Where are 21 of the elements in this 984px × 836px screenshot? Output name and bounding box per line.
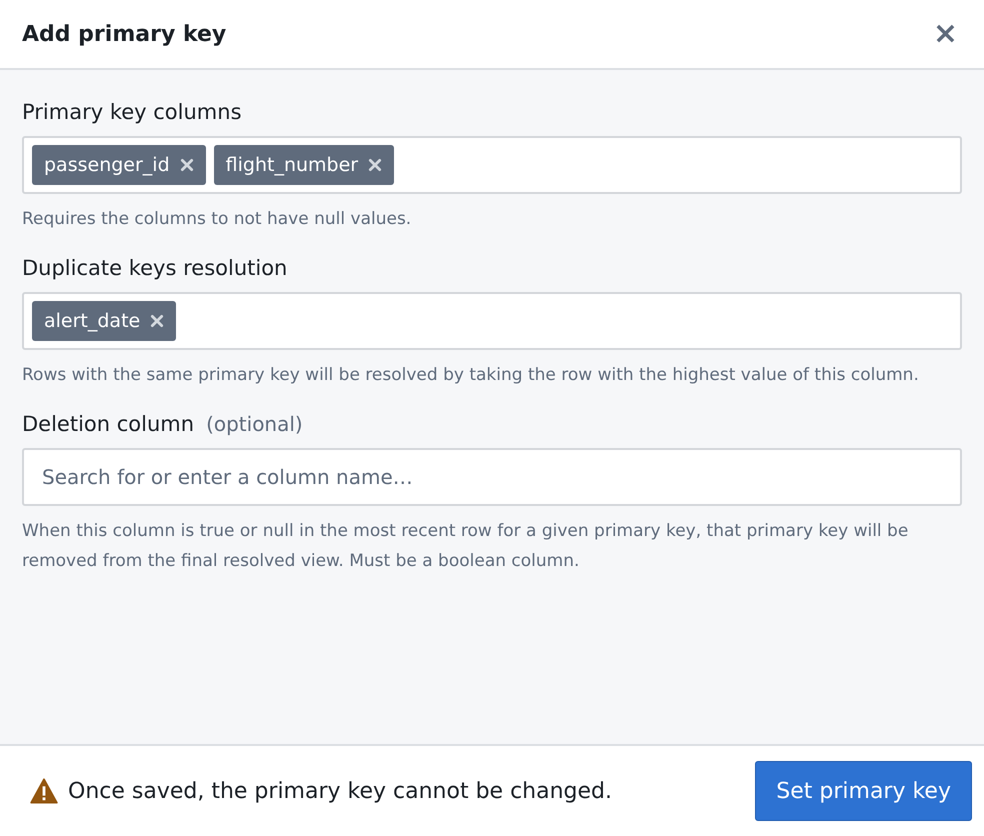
set-primary-key-button[interactable]: Set primary key (755, 761, 972, 821)
dialog-title: Add primary key (22, 22, 226, 46)
tag-input-field[interactable]: passenger_id flight_number (22, 136, 962, 194)
search-field[interactable]: Search for or enter a column name… (22, 448, 962, 506)
field-label: Deletion column (22, 412, 194, 436)
helper-text: Rows with the same primary key will be resolved by taking the row with the highest value of this column. (22, 364, 920, 387)
tag-label: flight_number (226, 154, 358, 176)
optional-label: (optional) (206, 412, 303, 436)
tag-label: passenger_id (44, 154, 170, 176)
warning-icon (30, 778, 58, 804)
warning-text: Once saved, the primary key cannot be changed. (68, 778, 612, 804)
remove-tag-icon[interactable] (180, 158, 194, 172)
helper-text: When this column is true or null in the most recent row for a given primary key, that primary key will be removed from the final resolved view. Must be a boolean column. (22, 520, 910, 573)
close-button[interactable]: × (928, 19, 962, 49)
field-label: Duplicate keys resolution (22, 256, 288, 280)
tag-label: alert_date (44, 310, 140, 332)
tag-input-field[interactable]: alert_date (22, 292, 962, 350)
field-label: Primary key columns (22, 100, 242, 124)
remove-tag-icon[interactable] (368, 158, 382, 172)
remove-tag-icon[interactable] (150, 314, 164, 328)
helper-text: Requires the columns to not have null values. (22, 208, 412, 231)
